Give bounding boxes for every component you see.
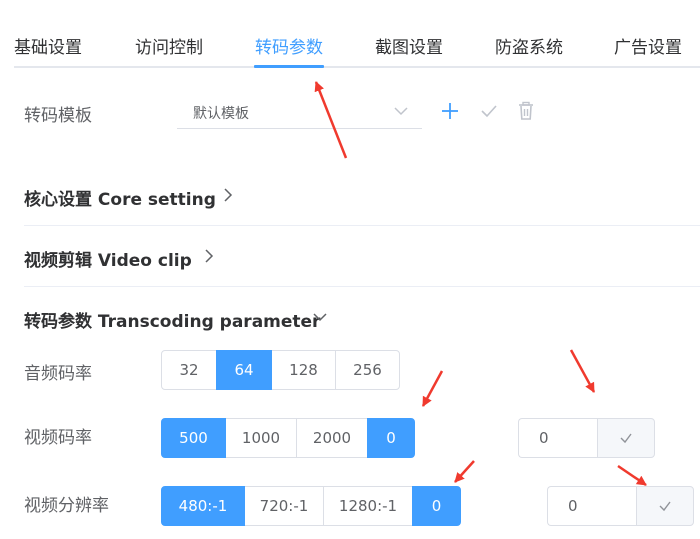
video-bitrate-option[interactable]: 1000 [225,418,297,458]
annotation-arrow [569,349,596,393]
check-icon [620,433,632,444]
annotation-arrow [617,464,647,487]
core-setting-header[interactable]: 核心设置 Core setting [24,185,216,210]
resolution-label: 视频分辨率 [24,496,109,516]
chevron-right-icon[interactable] [220,187,236,203]
video-bitrate-confirm-button[interactable] [597,418,655,458]
template-label: 转码模板 [24,106,92,126]
resolution-option[interactable]: 0 [412,486,461,526]
resolution-option[interactable]: 720:-1 [244,486,324,526]
plus-icon[interactable] [439,100,461,122]
tab-transcoding-params[interactable]: 转码参数 [255,33,323,58]
audio-bitrate-option[interactable]: 256 [335,350,400,390]
video-bitrate-option[interactable]: 500 [161,418,226,458]
video-clip-header[interactable]: 视频剪辑 Video clip [24,246,192,271]
template-select[interactable]: 默认模板 [177,93,422,129]
video-bitrate-label: 视频码率 [24,428,92,448]
tab-access-control[interactable]: 访问控制 [135,33,203,58]
video-bitrate-input[interactable]: 0 [518,418,597,458]
video-bitrate-option[interactable]: 2000 [296,418,368,458]
transcoding-parameter-header[interactable]: 转码参数 Transcoding parameter [24,307,320,332]
resolution-option[interactable]: 480:-1 [161,486,245,526]
resolution-confirm-button[interactable] [636,486,694,526]
chevron-down-icon [394,107,408,116]
resolution-option[interactable]: 1280:-1 [323,486,413,526]
chevron-down-icon[interactable] [312,309,328,325]
tab-basic-settings[interactable]: 基础设置 [14,33,82,58]
audio-bitrate-radio-group: 32 64 128 256 [161,350,400,390]
chevron-right-icon[interactable] [201,248,217,264]
tab-anti-theft[interactable]: 防盗系统 [495,33,563,58]
tab-screenshot-settings[interactable]: 截图设置 [375,33,443,58]
audio-bitrate-option[interactable]: 128 [271,350,336,390]
annotation-arrow [421,370,444,407]
audio-bitrate-label: 音频码率 [24,364,92,384]
resolution-custom: 0 [547,486,694,526]
check-icon[interactable] [478,100,500,122]
tab-active-indicator [254,65,324,68]
tab-bar-divider [14,66,700,68]
audio-bitrate-option[interactable]: 32 [161,350,217,390]
template-select-value: 默认模板 [193,106,249,122]
trash-icon[interactable] [515,100,537,122]
video-bitrate-custom: 0 [518,418,655,458]
tab-bar: 基础设置 访问控制 转码参数 截图设置 防盗系统 广告设置 [0,0,700,68]
video-bitrate-option[interactable]: 0 [367,418,415,458]
resolution-input[interactable]: 0 [547,486,636,526]
check-icon [659,501,671,512]
section-divider [24,286,700,287]
audio-bitrate-option[interactable]: 64 [216,350,272,390]
section-divider [24,225,700,226]
resolution-radio-group: 480:-1 720:-1 1280:-1 0 [161,486,461,526]
video-bitrate-radio-group: 500 1000 2000 0 [161,418,415,458]
tab-ad-settings[interactable]: 广告设置 [614,33,682,58]
annotation-arrow [454,460,475,483]
